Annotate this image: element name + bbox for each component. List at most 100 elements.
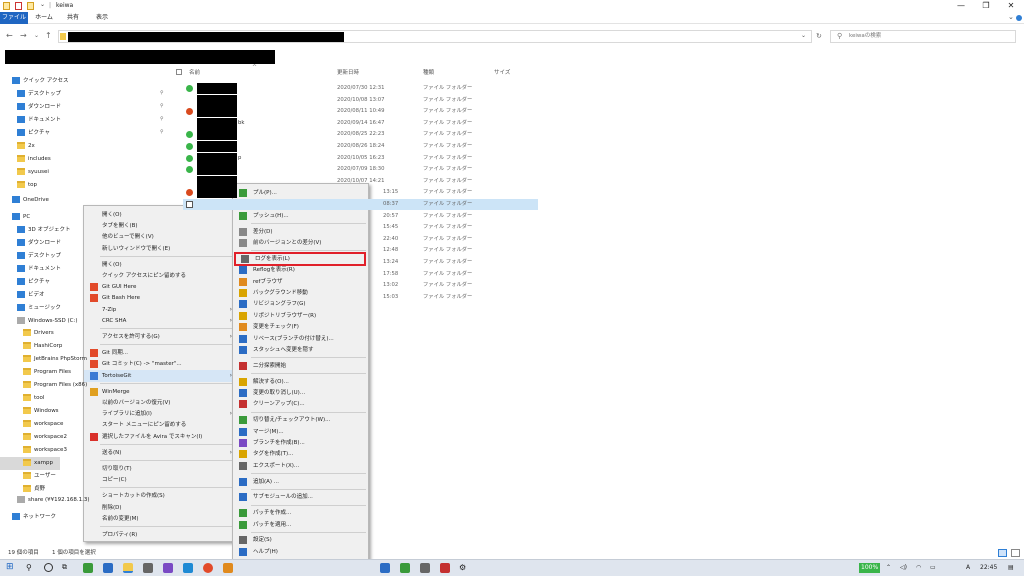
properties-icon[interactable] <box>15 2 22 10</box>
minimize-button[interactable]: — <box>950 0 972 12</box>
up-button[interactable]: ↑ <box>45 31 52 40</box>
search-input[interactable]: ⚲ keiwaの検索 <box>830 30 1016 43</box>
file-row[interactable]: 2020/10/07 14:21 ファイル フォルダー <box>183 175 538 187</box>
app-icon[interactable] <box>103 563 113 573</box>
tab-view[interactable]: 表示 <box>88 12 116 24</box>
settings-icon[interactable]: ⚙ <box>459 563 466 572</box>
context-item-21[interactable]: スタート メニューにピン留めする <box>84 419 236 431</box>
chevron-up-icon[interactable]: ⌃ <box>886 564 891 571</box>
sidebar-item-network[interactable]: ネットワーク <box>12 511 56 524</box>
battery-indicator[interactable]: 100% <box>859 563 881 573</box>
file-row[interactable]: 15:45 ファイル フォルダー <box>183 222 538 233</box>
tab-file[interactable]: ファイル <box>0 12 28 24</box>
app-icon[interactable] <box>143 563 153 573</box>
tortoise-item-31[interactable]: サブモジュールの追加... <box>233 491 368 503</box>
sidebar-item-1[interactable]: ダウンロード <box>17 101 61 114</box>
context-item-29[interactable]: ショートカットの作成(S) <box>84 490 236 502</box>
app-icon[interactable] <box>420 563 430 573</box>
sidebar-item-drive-8[interactable]: workspace2 <box>23 431 67 444</box>
search-icon[interactable]: ⚲ <box>26 563 32 572</box>
app-icon[interactable] <box>223 563 233 573</box>
context-item-16[interactable]: TortoiseGit › <box>84 369 236 382</box>
sidebar-item-pc-0[interactable]: 3D オブジェクト <box>17 224 70 237</box>
maximize-button[interactable]: ❐ <box>975 0 997 12</box>
sidebar-item-0[interactable]: デスクトップ <box>17 88 61 101</box>
file-row[interactable]: 13:24 ファイル フォルダー <box>183 257 538 268</box>
ime-indicator[interactable]: A <box>966 564 970 571</box>
sidebar-item-quick-access[interactable]: クイック アクセス <box>12 75 68 88</box>
sidebar-item-pc-4[interactable]: ピクチャ <box>17 276 50 289</box>
file-row[interactable]: 08:37 ファイル フォルダー <box>183 199 538 210</box>
tortoise-item-24[interactable]: マージ(M)... <box>233 426 368 438</box>
tortoise-item-13[interactable]: 変更をチェック(F) <box>233 321 368 333</box>
sidebar-item-onedrive[interactable]: OneDrive <box>12 194 49 207</box>
context-item-12[interactable]: アクセスを許可する(G) › <box>84 331 236 343</box>
sidebar-item-drive-2[interactable]: JetBrains PhpStorm <box>23 353 87 366</box>
context-item-33[interactable]: プロパティ(R) <box>84 529 236 541</box>
sidebar-item-pc[interactable]: PC <box>12 211 30 224</box>
context-item-26[interactable]: 切り取り(T) <box>84 463 236 475</box>
forward-button[interactable]: → <box>20 31 27 40</box>
column-name[interactable]: 名前 <box>189 68 200 76</box>
address-bar[interactable]: ⌄ <box>58 30 812 43</box>
chrome-icon[interactable] <box>203 563 213 573</box>
sidebar-item-drive-7[interactable]: workspace <box>23 418 63 431</box>
context-item-10[interactable]: CRC SHA › <box>84 315 236 327</box>
context-item-20[interactable]: ライブラリに追加(I) › <box>84 408 236 420</box>
tortoise-item-12[interactable]: リポジトリブラウザー(R) <box>233 310 368 322</box>
context-item-15[interactable]: Git コミット(C) -> "master"... <box>84 358 236 370</box>
file-row[interactable]: 15:03 ファイル フォルダー <box>183 292 538 303</box>
sidebar-item-drive-4[interactable]: Program Files (x86) <box>23 379 87 392</box>
expand-ribbon-icon[interactable]: ⌄ <box>1008 13 1014 21</box>
vscode-icon[interactable] <box>183 563 193 573</box>
context-item-31[interactable]: 名前の変更(M) <box>84 513 236 525</box>
tab-home[interactable]: ホーム <box>30 12 58 24</box>
file-row[interactable]: 22:40 ファイル フォルダー <box>183 234 538 245</box>
tortoise-item-14[interactable]: リベース(ブランチの付け替え)... <box>233 333 368 345</box>
sidebar-item-drive-11[interactable]: ユーザー <box>23 470 56 483</box>
start-icon[interactable]: ⊞ <box>6 563 14 572</box>
cortana-icon[interactable] <box>44 563 53 572</box>
tortoise-item-33[interactable]: パッチを作成... <box>233 507 368 519</box>
column-type[interactable]: 種類 <box>423 68 434 76</box>
new-folder-icon[interactable] <box>27 2 34 10</box>
sidebar-item-3[interactable]: ピクチャ <box>17 127 50 140</box>
sidebar-item-drive-5[interactable]: tool <box>23 392 44 405</box>
column-size[interactable]: サイズ <box>494 68 510 76</box>
tortoise-item-26[interactable]: タグを作成(T)... <box>233 448 368 460</box>
sidebar-item-6[interactable]: syuusei <box>17 166 49 179</box>
file-row[interactable]: p 2020/10/05 16:23 ファイル フォルダー <box>183 152 538 164</box>
context-item-14[interactable]: Git 同期... <box>84 347 236 359</box>
time[interactable]: 22:45 <box>980 564 997 571</box>
recent-locations-button[interactable]: ⌄ <box>34 32 39 39</box>
context-item-30[interactable]: 削除(D) <box>84 502 236 514</box>
sidebar-item-pc-2[interactable]: デスクトップ <box>17 250 61 263</box>
tortoise-item-17[interactable]: 二分探索開始 <box>233 360 368 372</box>
back-button[interactable]: ← <box>6 31 13 40</box>
tortoise-item-23[interactable]: 切り替え/チェックアウト(W)... <box>233 414 368 426</box>
column-date[interactable]: 更新日時 <box>337 68 359 76</box>
tortoise-item-21[interactable]: クリーンアップ(C)... <box>233 398 368 410</box>
sidebar-item-pc-1[interactable]: ダウンロード <box>17 237 61 250</box>
quick-access-dropdown-icon[interactable]: ⌄ <box>40 1 45 8</box>
tortoise-item-29[interactable]: 追加(A) ... <box>233 476 368 488</box>
speaker-icon[interactable]: ◁) <box>900 564 907 571</box>
sidebar-item-4[interactable]: 2x <box>17 140 35 153</box>
file-row[interactable]: 17:58 ファイル フォルダー <box>183 269 538 280</box>
sidebar-item-drive-1[interactable]: HashiCorp <box>23 340 62 353</box>
address-dropdown-button[interactable]: ⌄ <box>801 32 806 39</box>
large-icons-view-icon[interactable] <box>1011 549 1020 557</box>
sidebar-item-pc-5[interactable]: ビデオ <box>17 289 45 302</box>
tortoise-item-25[interactable]: ブランチを作成(B)... <box>233 437 368 449</box>
notification-icon[interactable]: ▤ <box>1008 564 1014 571</box>
tortoise-item-36[interactable]: 設定(S) <box>233 534 368 546</box>
app-icon[interactable] <box>380 563 390 573</box>
context-item-9[interactable]: 7-Zip › <box>84 304 236 316</box>
help-icon[interactable] <box>1016 15 1022 21</box>
sidebar-item-drive-0[interactable]: Drivers <box>23 327 54 340</box>
explorer-icon[interactable] <box>123 563 133 573</box>
context-item-27[interactable]: コピー(C) <box>84 474 236 486</box>
app-icon[interactable] <box>440 563 450 573</box>
sidebar-item-pc-3[interactable]: ドキュメント <box>17 263 61 276</box>
tortoise-item-15[interactable]: スタッシュへ変更を隠す <box>233 344 368 356</box>
